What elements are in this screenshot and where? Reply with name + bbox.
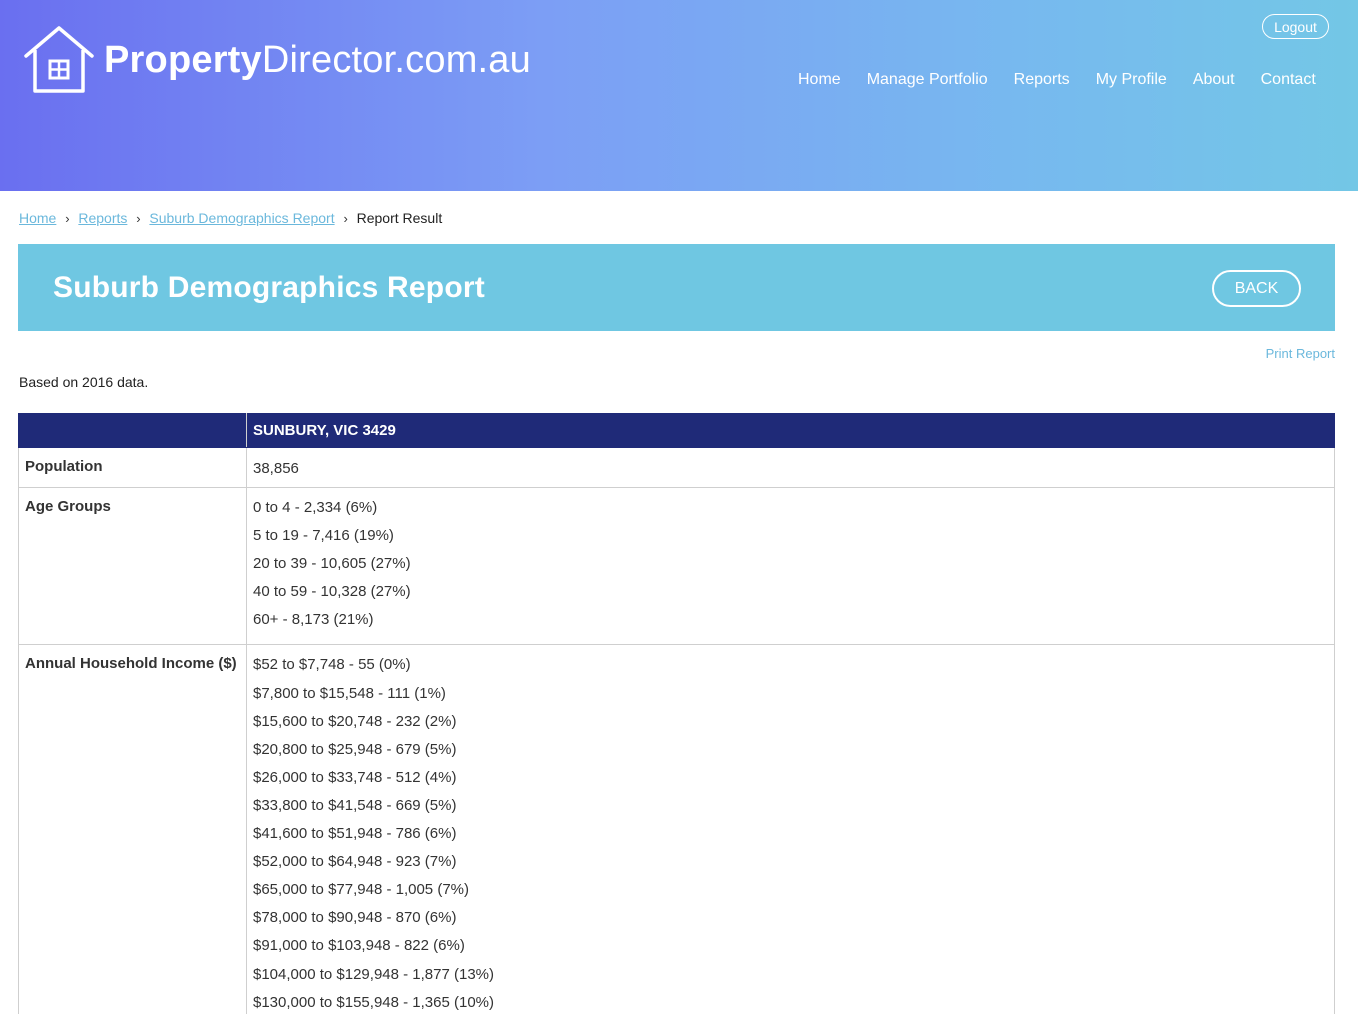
page-title: Suburb Demographics Report (53, 271, 485, 304)
age-group-item: 60+ - 8,173 (21%) (253, 611, 374, 629)
income-item: $20,800 to $25,948 - 679 (5%) (253, 740, 457, 758)
nav-home[interactable]: Home (798, 71, 841, 89)
income-label: Annual Household Income ($) (18, 644, 247, 1014)
income-item: $41,600 to $51,948 - 786 (6%) (253, 825, 457, 843)
site-header: PropertyDirector.com.au Logout Home Mana… (0, 0, 1358, 191)
site-logo[interactable]: PropertyDirector.com.au (22, 24, 531, 96)
nav-about[interactable]: About (1193, 71, 1235, 89)
nav-manage-portfolio[interactable]: Manage Portfolio (867, 71, 988, 89)
age-group-item: 40 to 59 - 10,328 (27%) (253, 583, 411, 601)
age-group-item: 0 to 4 - 2,334 (6%) (253, 499, 378, 516)
income-item: $65,000 to $77,948 - 1,005 (7%) (253, 881, 469, 899)
demographics-table: SUNBURY, VIC 3429 Population 38,856 Age … (18, 413, 1335, 1014)
table-header-blank (18, 413, 247, 448)
logout-button[interactable]: Logout (1262, 14, 1329, 39)
brand-name-bold: Property (104, 39, 262, 81)
table-row: Annual Household Income ($) $52 to $7,74… (18, 644, 1335, 1014)
main-nav: Home Manage Portfolio Reports My Profile… (798, 71, 1316, 89)
house-icon (24, 26, 94, 93)
brand-name-thin: Director.com.au (261, 39, 531, 81)
nav-my-profile[interactable]: My Profile (1096, 71, 1167, 89)
income-item: $52,000 to $64,948 - 923 (7%) (253, 853, 457, 871)
print-report-link[interactable]: Print Report (1266, 346, 1335, 361)
income-item: $52 to $7,748 - 55 (0%) (253, 656, 411, 674)
breadcrumb-suburb-demographics[interactable]: Suburb Demographics Report (149, 210, 334, 226)
nav-contact[interactable]: Contact (1261, 71, 1316, 89)
chevron-right-icon: › (136, 210, 141, 226)
income-item: $15,600 to $20,748 - 232 (2%) (253, 712, 457, 730)
income-item: $78,000 to $90,948 - 870 (6%) (253, 909, 457, 927)
nav-reports[interactable]: Reports (1014, 71, 1070, 89)
income-values: $52 to $7,748 - 55 (0%) $7,800 to $15,54… (246, 644, 1335, 1014)
age-groups-label: Age Groups (18, 486, 247, 646)
chevron-right-icon: › (343, 210, 348, 226)
breadcrumb-current: Report Result (356, 210, 443, 226)
population-value: 38,856 (246, 447, 1335, 488)
income-item: $7,800 to $15,548 - 111 (1%) (253, 684, 446, 702)
breadcrumb: Home › Reports › Suburb Demographics Rep… (19, 210, 442, 226)
back-button[interactable]: BACK (1212, 270, 1301, 307)
table-row: Age Groups 0 to 4 - 2,334 (6%) 5 to 19 -… (18, 486, 1335, 646)
brand-name: PropertyDirector.com.au (104, 41, 531, 79)
page-title-banner: Suburb Demographics Report BACK (18, 244, 1335, 331)
table-header-row: SUNBURY, VIC 3429 (18, 413, 1335, 448)
income-item: $104,000 to $129,948 - 1,877 (13%) (253, 965, 495, 983)
population-label: Population (18, 447, 247, 488)
income-item: $130,000 to $155,948 - 1,365 (10%) (253, 993, 495, 1011)
age-group-item: 20 to 39 - 10,605 (27%) (253, 555, 411, 573)
income-item: $33,800 to $41,548 - 669 (5%) (253, 796, 457, 814)
breadcrumb-reports[interactable]: Reports (78, 210, 127, 226)
income-item: $26,000 to $33,748 - 512 (4%) (253, 768, 457, 786)
age-group-item: 5 to 19 - 7,416 (19%) (253, 527, 394, 545)
breadcrumb-home[interactable]: Home (19, 210, 56, 226)
data-source-note: Based on 2016 data. (19, 374, 149, 390)
chevron-right-icon: › (65, 210, 70, 226)
age-groups-values: 0 to 4 - 2,334 (6%) 5 to 19 - 7,416 (19%… (246, 486, 1335, 646)
table-row: Population 38,856 (18, 447, 1335, 488)
income-item: $91,000 to $103,948 - 822 (6%) (253, 937, 465, 955)
table-header-suburb: SUNBURY, VIC 3429 (246, 413, 1335, 448)
